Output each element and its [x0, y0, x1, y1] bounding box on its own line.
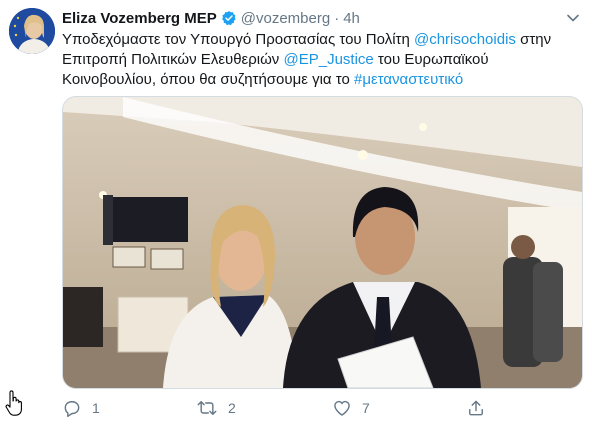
- verified-badge-icon: [221, 10, 237, 26]
- author-handle[interactable]: @vozemberg: [241, 10, 330, 27]
- tweet-actions: 1 2 7: [62, 398, 582, 428]
- header-separator: ·: [334, 9, 340, 27]
- like-count: 7: [362, 400, 370, 416]
- tweet-timestamp[interactable]: 4h: [343, 10, 360, 27]
- avatar[interactable]: [9, 8, 55, 54]
- share-button[interactable]: [466, 398, 496, 418]
- mention-link[interactable]: @EP_Justice: [283, 51, 373, 68]
- retweet-button[interactable]: 2: [196, 398, 236, 418]
- author-name[interactable]: Eliza Vozemberg MEP: [62, 10, 217, 27]
- tweet-text-segment: Επιτροπή Πολιτικών Ελευθεριών: [62, 51, 284, 68]
- share-icon: [469, 400, 483, 416]
- tweet-header: Eliza Vozemberg MEP @vozemberg · 4h: [62, 8, 582, 28]
- hand-cursor-icon: [4, 390, 24, 416]
- tweet-text-segment: του Ευρωπαϊκού: [373, 51, 489, 68]
- hashtag-link[interactable]: #μεταναστευτικό: [354, 71, 463, 88]
- like-icon: [334, 400, 350, 416]
- retweet-icon: [197, 401, 217, 415]
- reply-count: 1: [92, 400, 100, 416]
- tweet-text-segment: Υποδεχόμαστε τον Υπουργό Προστασίας του …: [62, 31, 414, 48]
- mention-link[interactable]: @chrisochoidis: [414, 31, 516, 48]
- like-button[interactable]: 7: [332, 398, 370, 418]
- tweet-photo[interactable]: [62, 96, 583, 389]
- tweet-text: Υποδεχόμαστε τον Υπουργό Προστασίας του …: [62, 30, 577, 90]
- retweet-count: 2: [228, 400, 236, 416]
- tweet-text-segment: Κοινοβουλίου, όπου θα συζητήσουμε για το: [62, 71, 354, 88]
- chevron-down-icon[interactable]: [565, 10, 581, 26]
- avatar-image: [9, 8, 55, 54]
- reply-icon: [64, 401, 80, 418]
- tweet-text-segment: στην: [515, 31, 552, 48]
- reply-button[interactable]: 1: [62, 398, 100, 418]
- photo-illustration: [63, 97, 582, 388]
- tweet[interactable]: Eliza Vozemberg MEP @vozemberg · 4h Υποδ…: [0, 0, 609, 441]
